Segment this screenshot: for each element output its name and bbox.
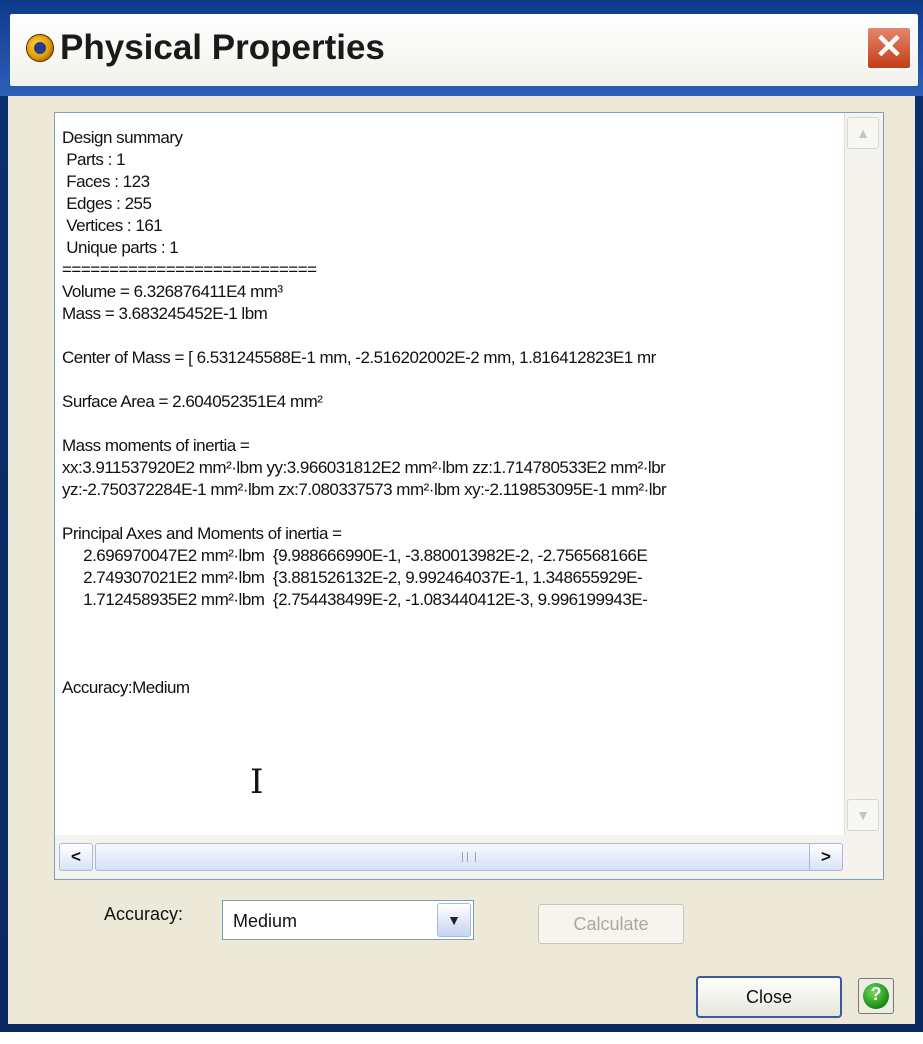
report-line: Design summary bbox=[62, 128, 183, 147]
horizontal-scroll-thumb[interactable] bbox=[95, 843, 835, 871]
report-line bbox=[62, 369, 850, 391]
report-line bbox=[62, 413, 850, 435]
accuracy-value: Medium bbox=[233, 911, 298, 931]
report-line: Volume = 6.326876411E4 mm³ bbox=[62, 282, 283, 301]
report-line: Faces : 123 bbox=[62, 172, 150, 191]
scroll-grip bbox=[462, 852, 476, 862]
report-text: Design summary Parts : 1 Faces : 123 Edg… bbox=[62, 127, 850, 807]
accuracy-dropdown[interactable]: Medium ▼ bbox=[222, 900, 474, 940]
report-line: Center of Mass = [ 6.531245588E-1 mm, -2… bbox=[62, 348, 656, 367]
report-line: =========================== bbox=[62, 260, 317, 279]
chevron-down-icon[interactable]: ▼ bbox=[437, 903, 471, 937]
horizontal-scrollbar[interactable]: < > bbox=[55, 835, 883, 879]
text-cursor-icon: I bbox=[250, 762, 264, 802]
report-line: Mass = 3.683245452E-1 lbm bbox=[62, 304, 268, 323]
report-line: yz:-2.750372284E-1 mm²·lbm zx:7.08033757… bbox=[62, 480, 667, 499]
report-line: 1.712458935E2 mm²·lbm {2.754438499E-2, -… bbox=[62, 590, 648, 609]
properties-textbox[interactable]: Design summary Parts : 1 Faces : 123 Edg… bbox=[54, 112, 884, 880]
close-icon[interactable]: ✕ bbox=[866, 26, 912, 70]
report-line: Mass moments of inertia = bbox=[62, 436, 250, 455]
report-line bbox=[62, 655, 850, 677]
report-line: Unique parts : 1 bbox=[62, 238, 179, 257]
report-line bbox=[62, 633, 850, 655]
scroll-left-button[interactable]: < bbox=[59, 843, 93, 871]
accuracy-label: Accuracy: bbox=[104, 904, 184, 924]
report-line: Accuracy:Medium bbox=[62, 678, 190, 697]
report-line: Vertices : 161 bbox=[62, 216, 163, 235]
report-line: xx:3.911537920E2 mm²·lbm yy:3.966031812E… bbox=[62, 458, 666, 477]
report-line: Edges : 255 bbox=[62, 194, 152, 213]
scroll-up-button[interactable]: ▲ bbox=[847, 117, 879, 149]
close-button[interactable]: Close bbox=[696, 976, 842, 1018]
help-icon: ? bbox=[870, 984, 882, 1004]
window-title: Physical Properties bbox=[60, 28, 385, 67]
report-line: Parts : 1 bbox=[62, 150, 126, 169]
app-logo-icon bbox=[26, 34, 54, 62]
scroll-down-button[interactable]: ▼ bbox=[847, 799, 879, 831]
vertical-scrollbar[interactable]: ▲ ▼ bbox=[844, 113, 883, 835]
report-line: 2.696970047E2 mm²·lbm {9.988666990E-1, -… bbox=[62, 546, 648, 565]
report-line: Principal Axes and Moments of inertia = bbox=[62, 524, 342, 543]
help-button[interactable]: ? bbox=[858, 978, 894, 1014]
report-line: 2.749307021E2 mm²·lbm {3.881526132E-2, 9… bbox=[62, 568, 643, 587]
report-line bbox=[62, 611, 850, 633]
scroll-right-button[interactable]: > bbox=[809, 843, 843, 871]
calculate-button[interactable]: Calculate bbox=[538, 904, 684, 944]
report-line bbox=[62, 325, 850, 347]
report-line: Surface Area = 2.604052351E4 mm² bbox=[62, 392, 323, 411]
report-line bbox=[62, 501, 850, 523]
